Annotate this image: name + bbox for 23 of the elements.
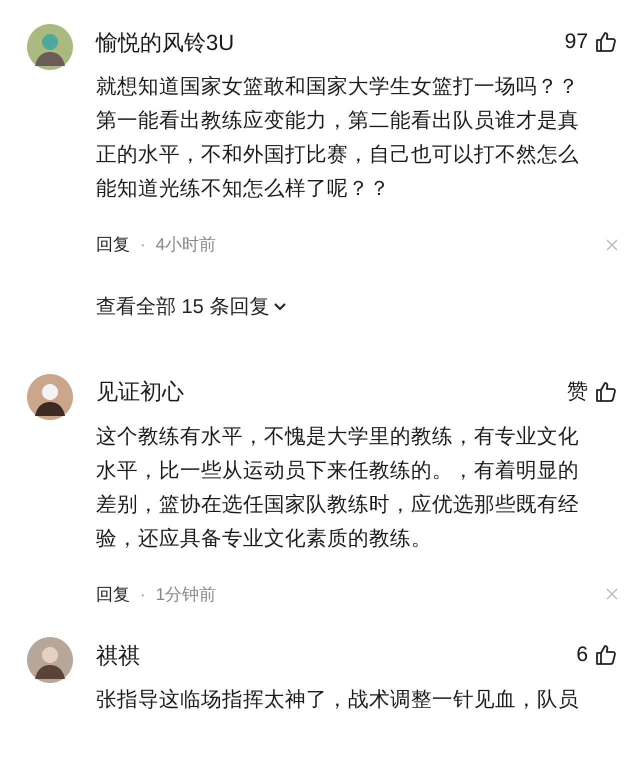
- timestamp: 1分钟前: [156, 584, 216, 606]
- comment-text: 张指导这临场指挥太神了，战术调整一针见血，队员: [96, 687, 580, 713]
- thumbs-up-icon[interactable]: [594, 643, 618, 667]
- like-count: 6: [576, 642, 588, 668]
- like-count: 97: [564, 29, 588, 56]
- chevron-down-icon: [273, 302, 288, 312]
- user-name[interactable]: 见证初心: [96, 375, 184, 408]
- avatar: [27, 637, 73, 683]
- reply-link[interactable]: 回复: [96, 232, 130, 258]
- user-name[interactable]: 愉悦的风铃3U: [96, 26, 234, 58]
- separator: ·: [140, 234, 146, 256]
- thumbs-up-icon[interactable]: [594, 380, 618, 404]
- comment-text: 就想知道国家女篮敢和国家大学生女篮打一场吗？？第一能看出教练应变能力，第二能看出队员谁才是真正的水平，不和外国打比赛，自己也可以打不然怎么能知道光练不知怎么样了呢？？: [96, 74, 580, 202]
- avatar: [27, 374, 73, 420]
- avatar: [27, 24, 73, 70]
- timestamp: 4小时前: [156, 234, 216, 256]
- separator: ·: [140, 584, 146, 606]
- reply-link[interactable]: 回复: [96, 582, 130, 607]
- like-count: 赞: [567, 378, 588, 405]
- user-name[interactable]: 祺祺: [96, 638, 140, 672]
- thumbs-up-icon[interactable]: [594, 30, 618, 54]
- view-replies-link[interactable]: 查看全部 15 条回复: [96, 292, 618, 322]
- comment-text: 这个教练有水平，不愧是大学里的教练，有专业文化水平，比一些从运动员下来任教练的。，有着明显的差别，篮协在选任国家队教练时，应优选那些既有经验，还应具备专业文化素质的教练。: [96, 424, 580, 552]
